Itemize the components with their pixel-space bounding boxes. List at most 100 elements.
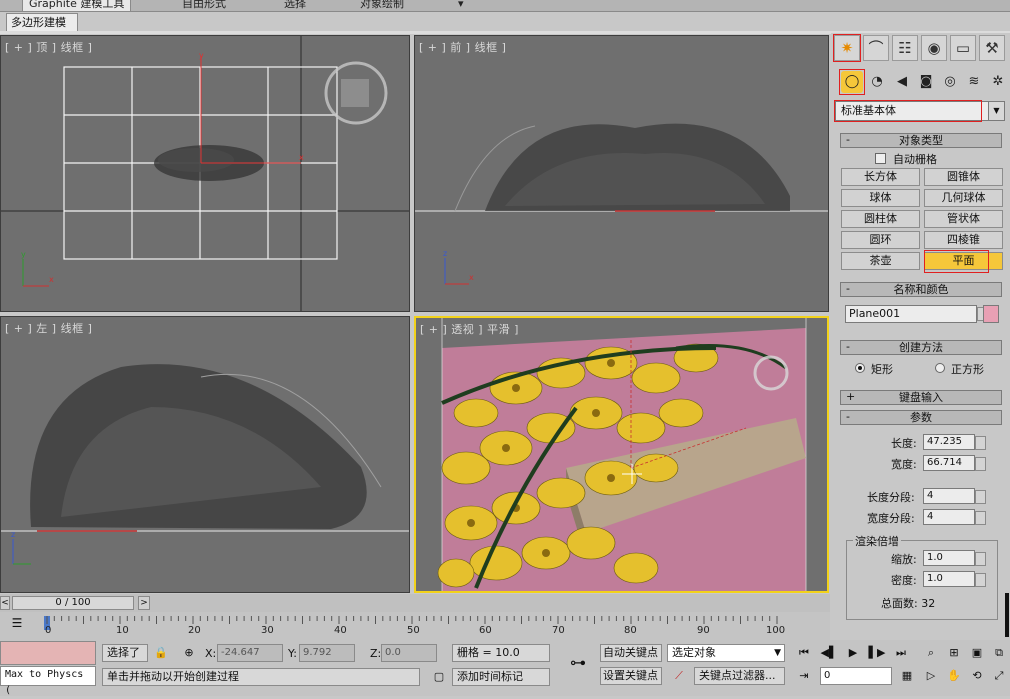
create-icon[interactable]: ✷ bbox=[834, 35, 860, 61]
hierarchy-icon[interactable]: ☷ bbox=[892, 35, 918, 61]
time-config-icon[interactable]: ▦ bbox=[896, 667, 918, 685]
method-rectangle-label: 矩形 bbox=[871, 363, 893, 376]
teapot-button[interactable]: 茶壶 bbox=[841, 252, 920, 270]
time-tag-icon[interactable]: ▢ bbox=[428, 668, 450, 686]
viewport-front-label[interactable]: [ + ] 前 ] 线框 ] bbox=[419, 39, 506, 55]
cylinder-button[interactable]: 圆柱体 bbox=[841, 210, 920, 228]
next-frame-icon[interactable]: ▌▶ bbox=[866, 644, 888, 662]
pan-icon[interactable]: ✋ bbox=[943, 667, 965, 685]
key-mode-value: 选定对象 bbox=[672, 646, 716, 659]
zoom-extents-icon[interactable]: ▣ bbox=[966, 644, 988, 662]
method-square-radio[interactable] bbox=[935, 363, 945, 373]
prev-frame-icon[interactable]: ◀▌ bbox=[818, 644, 840, 662]
subtab-polygon-modeling[interactable]: 多边形建模 bbox=[6, 13, 78, 31]
tube-button[interactable]: 管状体 bbox=[924, 210, 1003, 228]
box-button[interactable]: 长方体 bbox=[841, 168, 920, 186]
rollout-keyboard-entry[interactable]: + 键盘输入 bbox=[840, 390, 1002, 405]
length-segs-spinner[interactable]: 4 bbox=[923, 488, 986, 504]
y-coordinate-field[interactable]: 9.792 bbox=[299, 644, 355, 662]
add-time-tag[interactable]: 添加时间标记 bbox=[452, 668, 550, 686]
pyramid-button[interactable]: 四棱锥 bbox=[924, 231, 1003, 249]
method-square-label: 正方形 bbox=[951, 363, 984, 376]
display-icon[interactable]: ▭ bbox=[950, 35, 976, 61]
tab-selection[interactable]: 选择 bbox=[278, 0, 312, 12]
rollout-object-type[interactable]: - 对象类型 bbox=[840, 133, 1002, 148]
modify-icon[interactable]: ⌒ bbox=[863, 35, 889, 61]
zoom-icon[interactable]: ⌕ bbox=[920, 644, 942, 662]
go-to-start-icon[interactable]: ⏮ bbox=[793, 644, 815, 662]
shapes-icon[interactable]: ◔ bbox=[866, 71, 888, 93]
track-bar[interactable]: ☰ 0 10 20 30 40 50 60 70 80 90 100 bbox=[0, 612, 830, 640]
key-mode-toggle-icon[interactable]: ⇥ bbox=[793, 667, 815, 685]
width-spinner[interactable]: 66.714 bbox=[923, 455, 986, 471]
play-icon[interactable]: ▶ bbox=[842, 644, 864, 662]
torus-button[interactable]: 圆环 bbox=[841, 231, 920, 249]
viewport-top[interactable]: [ + ] 顶 ] 线框 ] y x y x bbox=[0, 35, 410, 312]
lock-icon[interactable]: 🔒 bbox=[150, 644, 172, 662]
cone-button[interactable]: 圆锥体 bbox=[924, 168, 1003, 186]
x-coordinate-field[interactable]: -24.647 bbox=[217, 644, 283, 662]
key-mode-dropdown[interactable]: 选定对象 ▼ bbox=[667, 644, 785, 662]
viewport-perspective-label[interactable]: [ + ] 透视 ] 平滑 ] bbox=[420, 321, 519, 337]
orbit-icon[interactable]: ⟲ bbox=[966, 667, 988, 685]
object-name-field[interactable]: Plane001 bbox=[845, 305, 988, 323]
helpers-icon[interactable]: ◎ bbox=[939, 71, 961, 93]
utilities-icon[interactable]: ⚒ bbox=[979, 35, 1005, 61]
geometry-icon[interactable]: ◯ bbox=[841, 71, 863, 93]
viewport-perspective-canvas bbox=[437, 318, 807, 591]
method-rectangle-radio[interactable] bbox=[855, 363, 865, 373]
chevron-down-icon[interactable]: ▼ bbox=[774, 645, 781, 661]
motion-icon[interactable]: ◉ bbox=[921, 35, 947, 61]
maximize-viewport-icon[interactable]: ⤢ bbox=[988, 667, 1010, 685]
transform-mode-icon[interactable]: ⊕ bbox=[178, 644, 200, 662]
z-coordinate-field[interactable]: 0.0 bbox=[381, 644, 437, 662]
key-tangent-icon[interactable]: ⟋ bbox=[668, 667, 690, 685]
key-icon[interactable]: ⊶ bbox=[560, 654, 596, 672]
tab-object-paint[interactable]: 对象绘制 bbox=[354, 0, 410, 12]
rollout-parameters[interactable]: - 参数 bbox=[840, 410, 1002, 425]
density-spinner[interactable]: 1.0 bbox=[923, 571, 986, 587]
x-label: X: bbox=[205, 647, 217, 660]
rollout-creation-method[interactable]: - 创建方法 bbox=[840, 340, 1002, 355]
lights-icon[interactable]: ◀ bbox=[891, 71, 913, 93]
rollout-name-color[interactable]: - 名称和颜色 bbox=[840, 282, 1002, 297]
set-key-button[interactable]: 设置关键点 bbox=[600, 667, 662, 685]
length-label: 长度: bbox=[891, 437, 917, 450]
plane-button[interactable]: 平面 bbox=[924, 252, 1003, 270]
zoom-all-icon[interactable]: ⊞ bbox=[943, 644, 965, 662]
go-to-end-icon[interactable]: ⏭ bbox=[890, 644, 912, 662]
category-dropdown[interactable]: 标准基本体 ▼ bbox=[835, 101, 1005, 121]
field-of-view-icon[interactable]: ▷ bbox=[920, 667, 942, 685]
time-slider-thumb[interactable]: 0 / 100 bbox=[12, 596, 134, 610]
geosphere-button[interactable]: 几何球体 bbox=[924, 189, 1003, 207]
viewport-front[interactable]: [ + ] 前 ] 线框 ] zx bbox=[414, 35, 829, 312]
object-color-swatch[interactable] bbox=[983, 305, 999, 323]
tick-label-50: 50 bbox=[407, 625, 420, 636]
key-filters-button[interactable]: 关键点过滤器... bbox=[694, 667, 785, 685]
tab-graphite-modeling-tools[interactable]: Graphite 建模工具 bbox=[22, 0, 132, 12]
maxscript-listener[interactable]: Max to Physcs ( bbox=[0, 666, 96, 696]
auto-key-button[interactable]: 自动关键点 bbox=[600, 644, 662, 662]
tab-freeform[interactable]: 自由形式 bbox=[176, 0, 232, 12]
scale-label: 缩放: bbox=[891, 553, 917, 566]
chevron-down-icon[interactable]: ▼ bbox=[988, 102, 1004, 120]
cameras-icon[interactable]: ◙ bbox=[915, 71, 937, 93]
time-prev-button[interactable]: < bbox=[0, 596, 10, 610]
ribbon-options-dropdown[interactable]: ▾ bbox=[452, 0, 470, 12]
autogrid-checkbox[interactable] bbox=[875, 153, 886, 164]
zoom-extents-all-icon[interactable]: ⧉ bbox=[988, 644, 1010, 662]
systems-icon[interactable]: ✲ bbox=[987, 71, 1009, 93]
panel-scrollbar[interactable] bbox=[1005, 593, 1009, 637]
current-frame-field[interactable]: 0 bbox=[820, 667, 892, 685]
viewport-left-label[interactable]: [ + ] 左 ] 线框 ] bbox=[5, 320, 92, 336]
viewport-perspective[interactable]: [ + ] 透视 ] 平滑 ] bbox=[414, 316, 829, 593]
spacewarps-icon[interactable]: ≋ bbox=[963, 71, 985, 93]
sphere-button[interactable]: 球体 bbox=[841, 189, 920, 207]
viewport-left[interactable]: [ + ] 左 ] 线框 ] z bbox=[0, 316, 410, 593]
viewport-top-label[interactable]: [ + ] 顶 ] 线框 ] bbox=[5, 39, 92, 55]
scale-spinner[interactable]: 1.0 bbox=[923, 550, 986, 566]
time-next-button[interactable]: > bbox=[138, 596, 150, 610]
width-segs-spinner[interactable]: 4 bbox=[923, 509, 986, 525]
maxscript-listener-top[interactable] bbox=[0, 641, 96, 665]
length-spinner[interactable]: 47.235 bbox=[923, 434, 986, 450]
